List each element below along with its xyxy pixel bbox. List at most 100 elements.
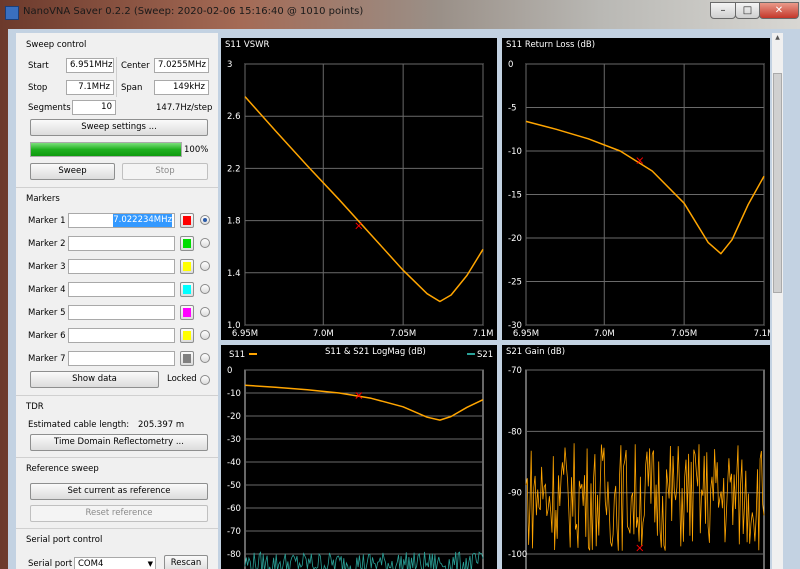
stop-label: Stop (28, 83, 48, 93)
x-tick-label: 7.05M (390, 329, 416, 339)
y-tick-label: -90 (508, 489, 522, 499)
serial-port-value: COM4 (78, 559, 104, 569)
sweep-button[interactable]: Sweep (30, 163, 115, 180)
reference-title: Reference sweep (26, 464, 99, 474)
span-field[interactable]: 149kHz (154, 80, 209, 95)
marker-label: Marker 4 (28, 285, 66, 295)
x-tick-label: 6.95M (232, 329, 258, 339)
step-size-text: 147.7Hz/step (156, 103, 213, 113)
y-tick-label: -5 (508, 104, 516, 114)
y-tick-label: -80 (508, 427, 522, 437)
tdr-button[interactable]: Time Domain Reflectometry ... (30, 434, 208, 451)
marker-frequency-input[interactable] (68, 282, 175, 297)
stop-button[interactable]: Stop (122, 163, 208, 180)
marker-active-radio[interactable] (200, 261, 210, 271)
marker-color-swatch (183, 308, 191, 317)
y-tick-label: -60 (227, 504, 241, 514)
marker-frequency-input[interactable]: 7.022234MHz (68, 213, 175, 228)
y-tick-label: -100 (508, 550, 527, 560)
minimize-button[interactable]: – (710, 2, 736, 19)
marker-active-radio[interactable] (200, 284, 210, 294)
marker-label: Marker 6 (28, 331, 66, 341)
marker-color-button[interactable] (180, 259, 194, 274)
control-panel: Sweep control Start 6.951MHz Stop 7.1MHz… (16, 33, 218, 569)
segments-label: Segments (28, 103, 71, 113)
y-tick-label: -40 (227, 458, 241, 468)
x-tick-label: 6.95M (513, 329, 539, 339)
rescan-button[interactable]: Rescan (164, 555, 208, 569)
marker-color-button[interactable] (180, 213, 194, 228)
separator (16, 187, 218, 188)
marker-active-radio[interactable] (200, 215, 210, 225)
sweep-progress-bar (30, 142, 182, 157)
x-tick-label: 7.0M (594, 329, 615, 339)
separator (16, 528, 218, 529)
marker-frequency-input[interactable] (68, 328, 175, 343)
locked-label: Locked (167, 374, 197, 384)
scroll-up-icon[interactable]: ▲ (773, 34, 782, 43)
reset-reference-button[interactable]: Reset reference (30, 505, 208, 522)
sweep-settings-button[interactable]: Sweep settings ... (30, 119, 208, 136)
marker-color-swatch (183, 354, 191, 363)
y-tick-label: -10 (508, 147, 522, 157)
y-tick-label: -20 (508, 234, 522, 244)
marker-color-button[interactable] (180, 282, 194, 297)
marker-active-radio[interactable] (200, 353, 210, 363)
y-tick-label: -70 (508, 366, 522, 376)
marker-frequency-input[interactable] (68, 259, 175, 274)
marker-color-swatch (183, 216, 191, 225)
marker-frequency-value: 7.022234MHz (113, 214, 172, 227)
marker-color-button[interactable] (180, 328, 194, 343)
title-bar: NanoVNA Saver 0.2.2 (Sweep: 2020-02-06 1… (0, 0, 800, 28)
sweep-control-title: Sweep control (26, 40, 87, 50)
window-title: NanoVNA Saver 0.2.2 (Sweep: 2020-02-06 1… (23, 6, 364, 17)
marker-color-button[interactable] (180, 305, 194, 320)
segments-field[interactable]: 10 (72, 100, 116, 115)
locked-checkbox[interactable] (200, 375, 210, 385)
center-field[interactable]: 7.0255MHz (154, 58, 209, 73)
marker-color-button[interactable] (180, 351, 194, 366)
vswr-chart: 3 2.6 2.2 1.8 1.4 1.0 6.95M 7.0M 7.05M 7.1M S11 V… (221, 38, 497, 340)
vertical-scrollbar[interactable]: ▲ (772, 33, 783, 569)
close-button[interactable]: ✕ (759, 2, 799, 19)
start-label: Start (28, 61, 49, 71)
y-tick-label: 0 (508, 60, 513, 70)
start-field[interactable]: 6.951MHz (66, 58, 114, 73)
y-tick-label: -25 (508, 278, 522, 288)
return-loss-chart: 0-5-10-15-20-25-306.95M7.0M7.05M7.1M S11… (502, 38, 770, 340)
vswr-chart-title: S11 VSWR (225, 40, 270, 50)
scroll-thumb[interactable] (773, 73, 782, 293)
stop-field[interactable]: 7.1MHz (66, 80, 114, 95)
marker-frequency-input[interactable] (68, 351, 175, 366)
marker-point (355, 222, 363, 230)
marker-active-radio[interactable] (200, 238, 210, 248)
series-line (244, 96, 484, 303)
progress-fill (31, 143, 181, 156)
y-tick-label: -15 (508, 191, 522, 201)
marker-frequency-input[interactable] (68, 305, 175, 320)
marker-point (636, 544, 644, 552)
maximize-button[interactable]: □ (735, 2, 760, 19)
show-data-button[interactable]: Show data (30, 371, 159, 388)
y-tick-label: 2.2 (227, 164, 241, 174)
set-reference-button[interactable]: Set current as reference (30, 483, 208, 500)
series-line (244, 384, 484, 421)
marker-color-swatch (183, 262, 191, 271)
vswr-chart-plot: 32.62.21.81.41.06.95M 7.0M 7.05M 7.1M (227, 60, 494, 339)
serial-port-select[interactable]: COM4 ▼ (74, 557, 156, 569)
marker-color-button[interactable] (180, 236, 194, 251)
legend-label: S21 (477, 350, 493, 360)
marker-label: Marker 7 (28, 354, 66, 364)
separator (16, 457, 218, 458)
x-tick-label: 7.1M (754, 329, 770, 339)
series-line (525, 120, 765, 255)
y-tick-label: 2.6 (227, 112, 241, 122)
x-tick-label: 7.1M (473, 329, 494, 339)
app-icon (5, 6, 19, 20)
serial-title: Serial port control (26, 535, 103, 545)
y-tick-label: 1.4 (227, 269, 241, 279)
marker-active-radio[interactable] (200, 330, 210, 340)
marker-active-radio[interactable] (200, 307, 210, 317)
marker-frequency-input[interactable] (68, 236, 175, 251)
y-tick-label: -30 (227, 435, 241, 445)
